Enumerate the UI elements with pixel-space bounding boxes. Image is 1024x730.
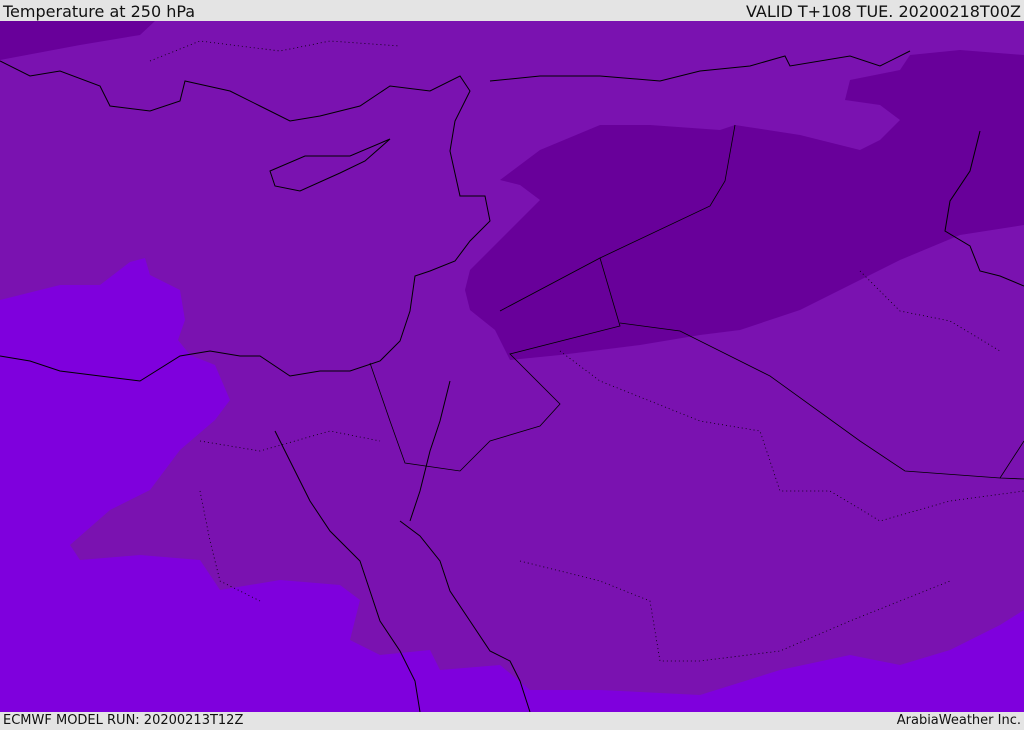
temperature-map[interactable]: [0, 21, 1024, 712]
credit: ArabiaWeather Inc.: [896, 713, 1021, 728]
valid-time: VALID T+108 TUE. 20200218T00Z: [745, 2, 1021, 21]
header-bar: Temperature at 250 hPa VALID T+108 TUE. …: [0, 0, 1024, 21]
map-title: Temperature at 250 hPa: [3, 2, 196, 21]
footer-bar: ECMWF MODEL RUN: 20200213T12Z ArabiaWeat…: [0, 712, 1024, 729]
model-run: ECMWF MODEL RUN: 20200213T12Z: [3, 713, 244, 728]
